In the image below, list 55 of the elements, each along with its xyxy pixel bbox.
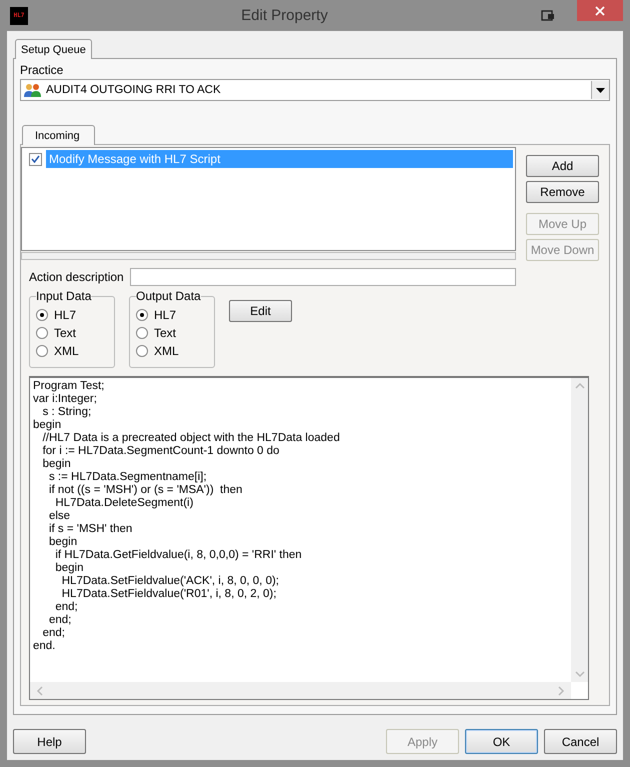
radio-label[interactable]: Text — [154, 326, 176, 340]
dialog-button[interactable]: Cancel — [544, 729, 617, 754]
radio-label[interactable]: HL7 — [154, 308, 176, 322]
dialog-button[interactable]: OK — [465, 729, 538, 754]
code-line: end. — [33, 640, 56, 653]
close-icon — [595, 6, 605, 16]
code-line: HL7Data.SetFieldvalue('R01', i, 8, 0, 2, 0); — [60, 588, 278, 601]
action-button[interactable]: Add — [526, 155, 599, 177]
users-icon — [24, 82, 42, 98]
field-label: Action description — [29, 270, 124, 284]
radio-button[interactable] — [36, 309, 48, 321]
radio-button[interactable] — [136, 345, 148, 357]
dialog-button[interactable]: Help — [13, 729, 86, 754]
code-line: end; — [42, 627, 66, 640]
radio-button[interactable] — [36, 327, 48, 339]
tab[interactable]: Incoming — [22, 125, 95, 145]
code-line: if HL7Data.GetFieldvalue(i, 8, 0,0,0) = 'RRI' then — [54, 549, 303, 562]
radio-label[interactable]: XML — [154, 344, 179, 358]
close-button[interactable] — [577, 0, 623, 21]
code-line: begin — [48, 536, 78, 549]
practice-dropdown[interactable]: AUDIT4 OUTGOING RRI TO ACK — [20, 79, 610, 101]
code-line: begin — [33, 419, 62, 432]
code-line: begin — [54, 562, 85, 575]
code-line: begin — [42, 458, 72, 471]
code-line: for i := HL7Data.SegmentCount-1 downto 0 do — [42, 445, 280, 458]
code-line: else — [48, 510, 72, 523]
action-description-field[interactable] — [130, 268, 516, 286]
code-line: end; — [48, 614, 72, 627]
group-title: Output Data — [136, 289, 201, 303]
checkbox[interactable] — [29, 152, 42, 166]
code-line: s := HL7Data.Segmentname[i]; — [48, 471, 208, 484]
radio-button[interactable] — [36, 345, 48, 357]
group-title: Input Data — [36, 289, 92, 303]
code-line: Program Test; — [33, 380, 106, 393]
dropdown-arrow-icon[interactable] — [596, 88, 605, 92]
practice-label: Practice — [20, 63, 64, 77]
code-line: s : String; — [42, 406, 92, 419]
code-line: //HL7 Data is a precreated object with the HL7Data loaded — [42, 432, 341, 445]
code-line: var i:Integer; — [33, 393, 98, 406]
code-line: if not ((s = 'MSH') or (s = 'MSA')) then — [48, 484, 244, 497]
code-line: end; — [54, 601, 79, 614]
radio-button[interactable] — [136, 327, 148, 339]
window-title: Edit Property — [240, 7, 329, 24]
action-button[interactable]: Remove — [526, 181, 599, 203]
radio-label[interactable]: HL7 — [54, 308, 76, 322]
radio-button[interactable] — [136, 309, 148, 321]
code-line: if s = 'MSH' then — [48, 523, 134, 536]
code-line: HL7Data.DeleteSegment(i) — [54, 497, 194, 510]
radio-label[interactable]: Text — [54, 326, 76, 340]
script-editor[interactable] — [29, 376, 589, 700]
radio-label[interactable]: XML — [54, 344, 79, 358]
tab[interactable]: Setup Queue — [15, 39, 92, 59]
window-icon[interactable] — [541, 10, 555, 22]
edit-button[interactable]: Edit — [229, 300, 292, 322]
code-line: HL7Data.SetFieldvalue('ACK', i, 8, 0, 0, 0); — [60, 575, 280, 588]
